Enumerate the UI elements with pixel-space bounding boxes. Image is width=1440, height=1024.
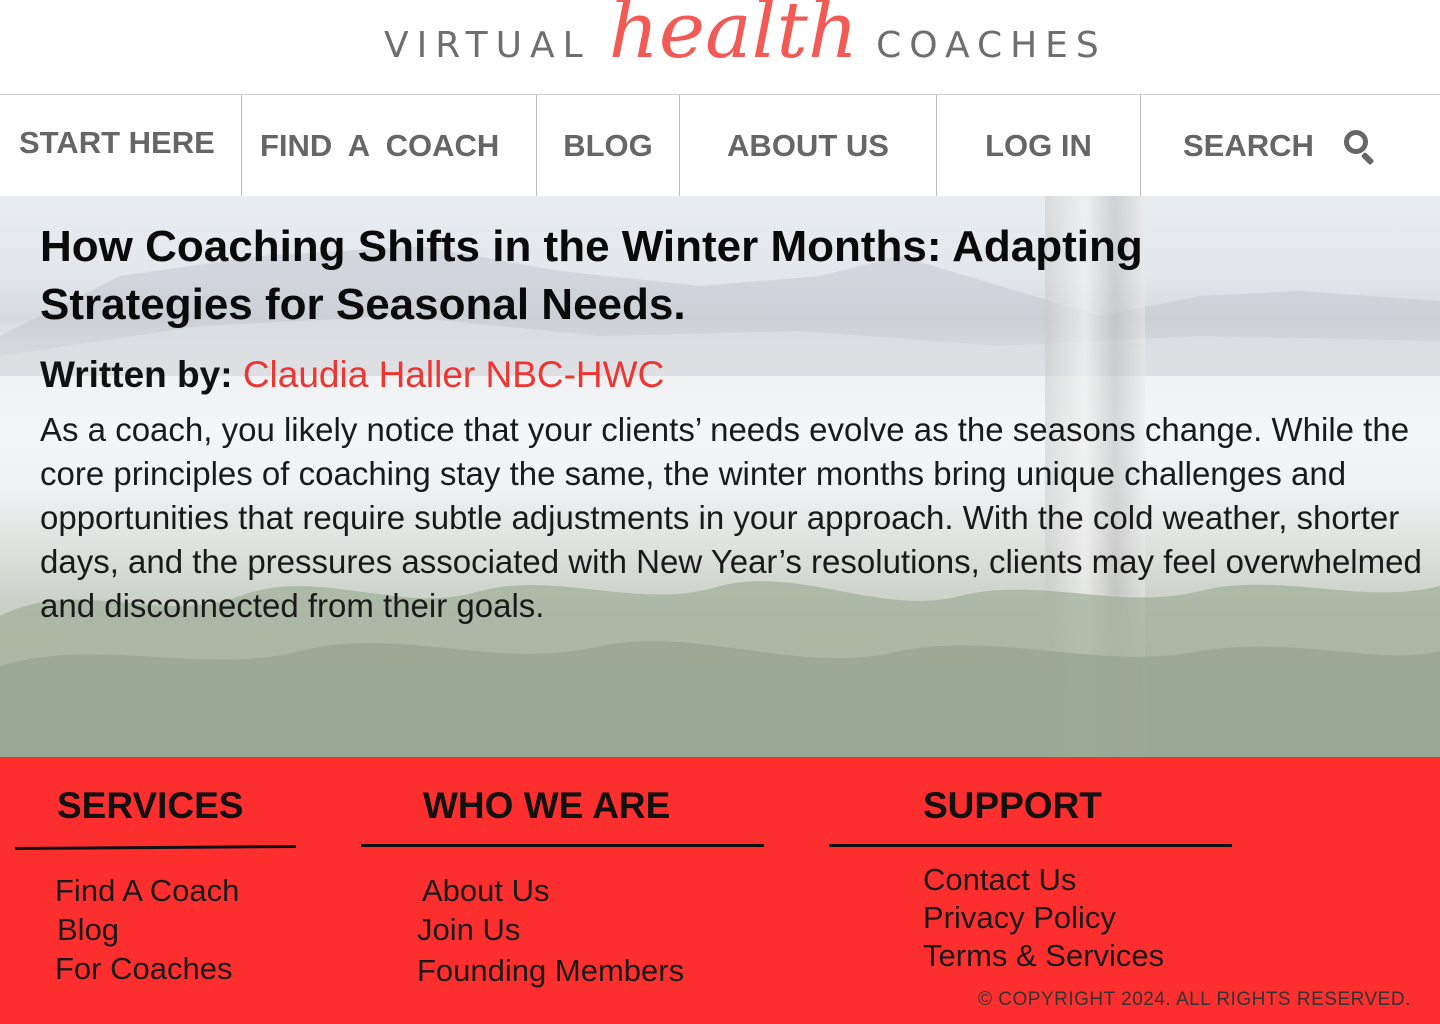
article-byline: Written by: Claudia Haller NBC-HWC <box>40 354 1430 396</box>
footer-link-contact-us[interactable]: Contact Us <box>923 862 1076 898</box>
site-header: VIRTUAL health COACHES <box>0 0 1440 95</box>
nav-blog[interactable]: BLOG <box>537 95 680 196</box>
footer-link-find-a-coach[interactable]: Find A Coach <box>55 873 239 909</box>
byline-label: Written by: <box>40 354 243 395</box>
search-icon[interactable] <box>1343 129 1375 165</box>
footer-who-divider <box>361 844 764 847</box>
copyright-notice: © COPYRIGHT 2024. ALL RIGHTS RESERVED. <box>978 989 1411 1010</box>
footer-support-heading: SUPPORT <box>923 785 1102 826</box>
footer-services-heading: SERVICES <box>57 785 244 826</box>
footer-link-for-coaches[interactable]: For Coaches <box>55 951 232 987</box>
nav-about-us[interactable]: ABOUT US <box>680 95 937 196</box>
footer-link-privacy-policy[interactable]: Privacy Policy <box>923 900 1116 936</box>
logo-text-virtual: VIRTUAL <box>384 24 591 66</box>
footer-link-founding-members[interactable]: Founding Members <box>417 953 684 989</box>
nav-find-a-coach[interactable]: FIND A COACH <box>242 95 537 196</box>
footer-link-blog[interactable]: Blog <box>57 912 119 948</box>
nav-start-here[interactable]: START HERE <box>0 95 242 196</box>
site-footer: SERVICES Find A Coach Blog For Coaches W… <box>0 757 1440 1024</box>
nav-search[interactable]: SEARCH <box>1141 95 1440 196</box>
logo-text-health: health <box>608 0 859 76</box>
author-link[interactable]: Claudia Haller NBC-HWC <box>243 354 664 395</box>
footer-link-about-us[interactable]: About Us <box>422 873 550 909</box>
footer-link-terms-services[interactable]: Terms & Services <box>923 938 1164 974</box>
footer-services-column: SERVICES <box>57 785 243 827</box>
footer-services-divider <box>14 845 297 850</box>
footer-support-column: SUPPORT <box>923 785 1102 827</box>
nav-log-in[interactable]: LOG IN <box>937 95 1141 196</box>
footer-support-divider <box>829 844 1232 847</box>
footer-link-join-us[interactable]: Join Us <box>417 912 520 948</box>
article-hero: How Coaching Shifts in the Winter Months… <box>0 196 1440 757</box>
footer-who-column: WHO WE ARE <box>423 785 670 827</box>
nav-search-label: SEARCH <box>1183 127 1314 163</box>
main-nav: START HERE FIND A COACH BLOG ABOUT US LO… <box>0 95 1440 196</box>
logo-text-coaches: COACHES <box>876 24 1107 66</box>
site-logo[interactable]: VIRTUAL health COACHES <box>384 0 1107 90</box>
article-intro: As a coach, you likely notice that your … <box>40 411 1422 624</box>
footer-who-heading: WHO WE ARE <box>423 785 671 826</box>
article-content: How Coaching Shifts in the Winter Months… <box>40 218 1430 628</box>
article-title: How Coaching Shifts in the Winter Months… <box>40 222 1143 329</box>
